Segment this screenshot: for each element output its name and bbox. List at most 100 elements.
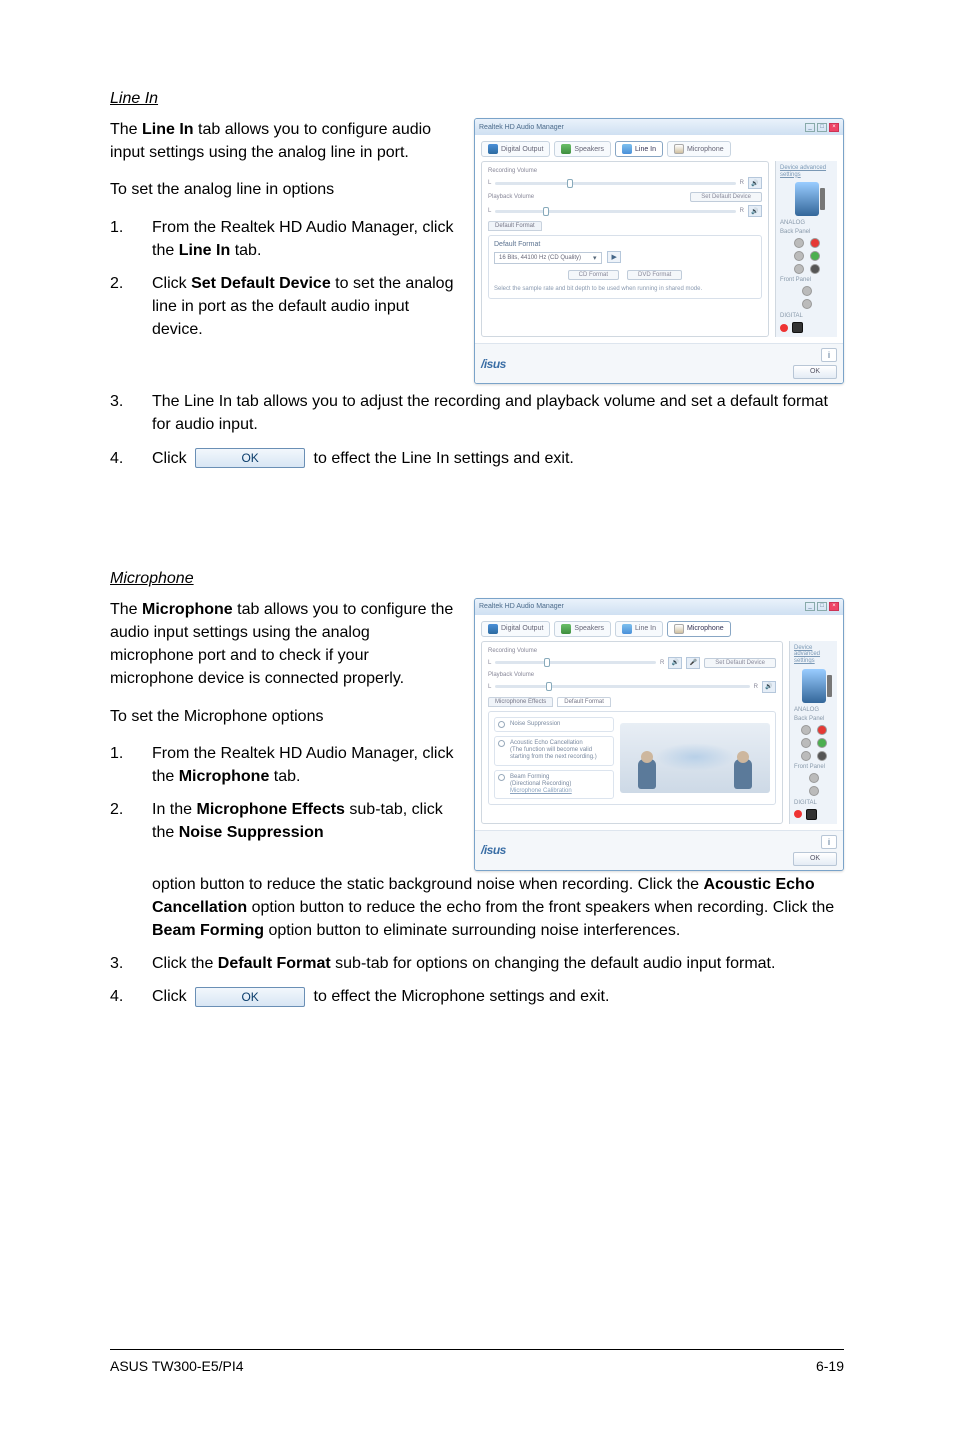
tab-line-in[interactable]: Line In — [615, 141, 663, 157]
tab-microphone[interactable]: Microphone — [667, 141, 731, 157]
beam-forming-illustration — [620, 723, 770, 793]
tab-label: Digital Output — [501, 625, 543, 632]
close-icon[interactable]: × — [829, 123, 839, 132]
microphone-calibration-link[interactable]: Microphone Calibration — [510, 788, 610, 795]
recording-volume-label: Recording Volume — [488, 648, 537, 654]
front-panel-label: Front Panel — [780, 277, 833, 283]
text: option button to eliminate surrounding n… — [264, 922, 680, 939]
port-icon[interactable] — [802, 299, 812, 309]
option-label: Acoustic Echo Cancellation — [510, 740, 610, 747]
device-advanced-link[interactable]: Device advanced settings — [780, 165, 833, 178]
mute-recording-icon[interactable]: 🔊 — [668, 657, 682, 669]
port-icon[interactable] — [809, 773, 819, 783]
text: Click — [152, 275, 191, 292]
line-in-icon — [622, 624, 632, 634]
dvd-format-button[interactable]: DVD Format — [627, 270, 682, 280]
beam-forming-option[interactable]: Beam Forming (Directional Recording) Mic… — [494, 770, 614, 800]
port-icon[interactable] — [794, 264, 804, 274]
text-bold: Microphone Effects — [196, 801, 344, 818]
format-combo[interactable]: 16 Bits, 44100 Hz (CD Quality)▾ — [494, 252, 602, 264]
playback-volume-row: Playback Volume Set Default Device — [488, 192, 762, 202]
subtab-microphone-effects[interactable]: Microphone Effects — [488, 697, 553, 707]
port-icon[interactable] — [810, 238, 820, 248]
noise-suppression-option[interactable]: Noise Suppression — [494, 717, 614, 732]
digital-label: DIGITAL — [780, 313, 833, 319]
format-hint: Select the sample rate and bit depth to … — [494, 286, 756, 293]
screenshot-ok-button[interactable]: OK — [793, 852, 837, 866]
minimize-icon[interactable]: _ — [805, 123, 815, 132]
play-test-icon[interactable]: ▶ — [607, 251, 621, 263]
text: The Line In tab allows you to adjust the… — [152, 393, 828, 433]
port-icon[interactable] — [809, 786, 819, 796]
text-bold: Beam Forming — [152, 922, 264, 939]
tab-speakers[interactable]: Speakers — [554, 621, 611, 637]
window-title: Realtek HD Audio Manager — [479, 124, 564, 131]
device-tabs: Digital Output Speakers Line In Micropho… — [481, 621, 837, 637]
recording-volume-slider[interactable] — [495, 182, 735, 185]
line-in-intro: The Line In tab allows you to configure … — [110, 118, 456, 164]
set-default-device-button[interactable]: Set Default Device — [704, 658, 776, 668]
text: sub-tab for options on changing the defa… — [331, 955, 776, 972]
port-icon[interactable] — [817, 738, 827, 748]
asus-logo: /isus — [481, 357, 506, 371]
ok-button[interactable]: OK — [195, 448, 305, 468]
subtab-default-format[interactable]: Default Format — [557, 697, 611, 707]
text: tab. — [230, 242, 261, 259]
set-default-device-button[interactable]: Set Default Device — [690, 192, 762, 202]
port-icon[interactable] — [794, 238, 804, 248]
port-icon[interactable] — [810, 264, 820, 274]
text-bold: Microphone — [179, 768, 270, 785]
info-icon[interactable]: i — [821, 348, 837, 362]
microphone-subhead: To set the Microphone options — [110, 705, 456, 728]
port-icon[interactable] — [794, 251, 804, 261]
connector-panel: Device advanced settings ANALOG Back Pan… — [775, 161, 837, 337]
maximize-icon[interactable]: □ — [817, 123, 827, 132]
port-icon[interactable] — [802, 286, 812, 296]
radio-icon — [498, 721, 505, 728]
acoustic-echo-cancellation-option[interactable]: Acoustic Echo Cancellation (The function… — [494, 736, 614, 766]
mute-recording-icon[interactable]: 🔊 — [748, 177, 762, 189]
tab-label: Microphone — [687, 146, 724, 153]
spdif-port-icon[interactable] — [792, 322, 803, 333]
close-icon[interactable]: × — [829, 602, 839, 611]
text-bold: Set Default Device — [191, 275, 331, 292]
maximize-icon[interactable]: □ — [817, 602, 827, 611]
tab-speakers[interactable]: Speakers — [554, 141, 611, 157]
tab-microphone[interactable]: Microphone — [667, 621, 731, 637]
jack-illustration — [795, 182, 819, 216]
port-icon[interactable] — [817, 751, 827, 761]
option-label: Beam Forming — [510, 774, 610, 781]
port-icon[interactable] — [801, 725, 811, 735]
port-icon[interactable] — [801, 738, 811, 748]
connector-panel: Device advanced settings ANALOG Back Pan… — [789, 641, 837, 824]
tab-line-in[interactable]: Line In — [615, 621, 663, 637]
recording-volume-slider[interactable] — [495, 661, 656, 664]
text: The — [110, 121, 142, 138]
tab-digital-output[interactable]: Digital Output — [481, 141, 550, 157]
footer-page-number: 6-19 — [816, 1358, 844, 1374]
port-icon[interactable] — [817, 725, 827, 735]
minimize-icon[interactable]: _ — [805, 602, 815, 611]
combo-value: 16 Bits, 44100 Hz (CD Quality) — [499, 255, 581, 261]
mic-boost-icon[interactable]: 🎤 — [686, 657, 700, 669]
info-icon[interactable]: i — [821, 835, 837, 849]
back-panel-label: Back Panel — [794, 716, 833, 722]
mute-playback-icon[interactable]: 🔊 — [748, 205, 762, 217]
cd-format-button[interactable]: CD Format — [568, 270, 619, 280]
port-icon[interactable] — [801, 751, 811, 761]
playback-volume-slider[interactable] — [495, 210, 735, 213]
step-number: 3. — [110, 390, 123, 413]
ok-button[interactable]: OK — [195, 987, 305, 1007]
screenshot-ok-button[interactable]: OK — [793, 365, 837, 379]
port-icon[interactable] — [810, 251, 820, 261]
mute-playback-icon[interactable]: 🔊 — [762, 681, 776, 693]
playback-volume-slider[interactable] — [495, 685, 749, 688]
tab-label: Speakers — [574, 146, 604, 153]
front-panel-label: Front Panel — [794, 764, 833, 770]
spdif-port-icon[interactable] — [806, 809, 817, 820]
tab-digital-output[interactable]: Digital Output — [481, 621, 550, 637]
device-advanced-link[interactable]: Device advanced settings — [794, 645, 833, 665]
microphone-icon — [674, 624, 684, 634]
tab-label: Line In — [635, 625, 656, 632]
subtab-default-format[interactable]: Default Format — [488, 221, 542, 231]
